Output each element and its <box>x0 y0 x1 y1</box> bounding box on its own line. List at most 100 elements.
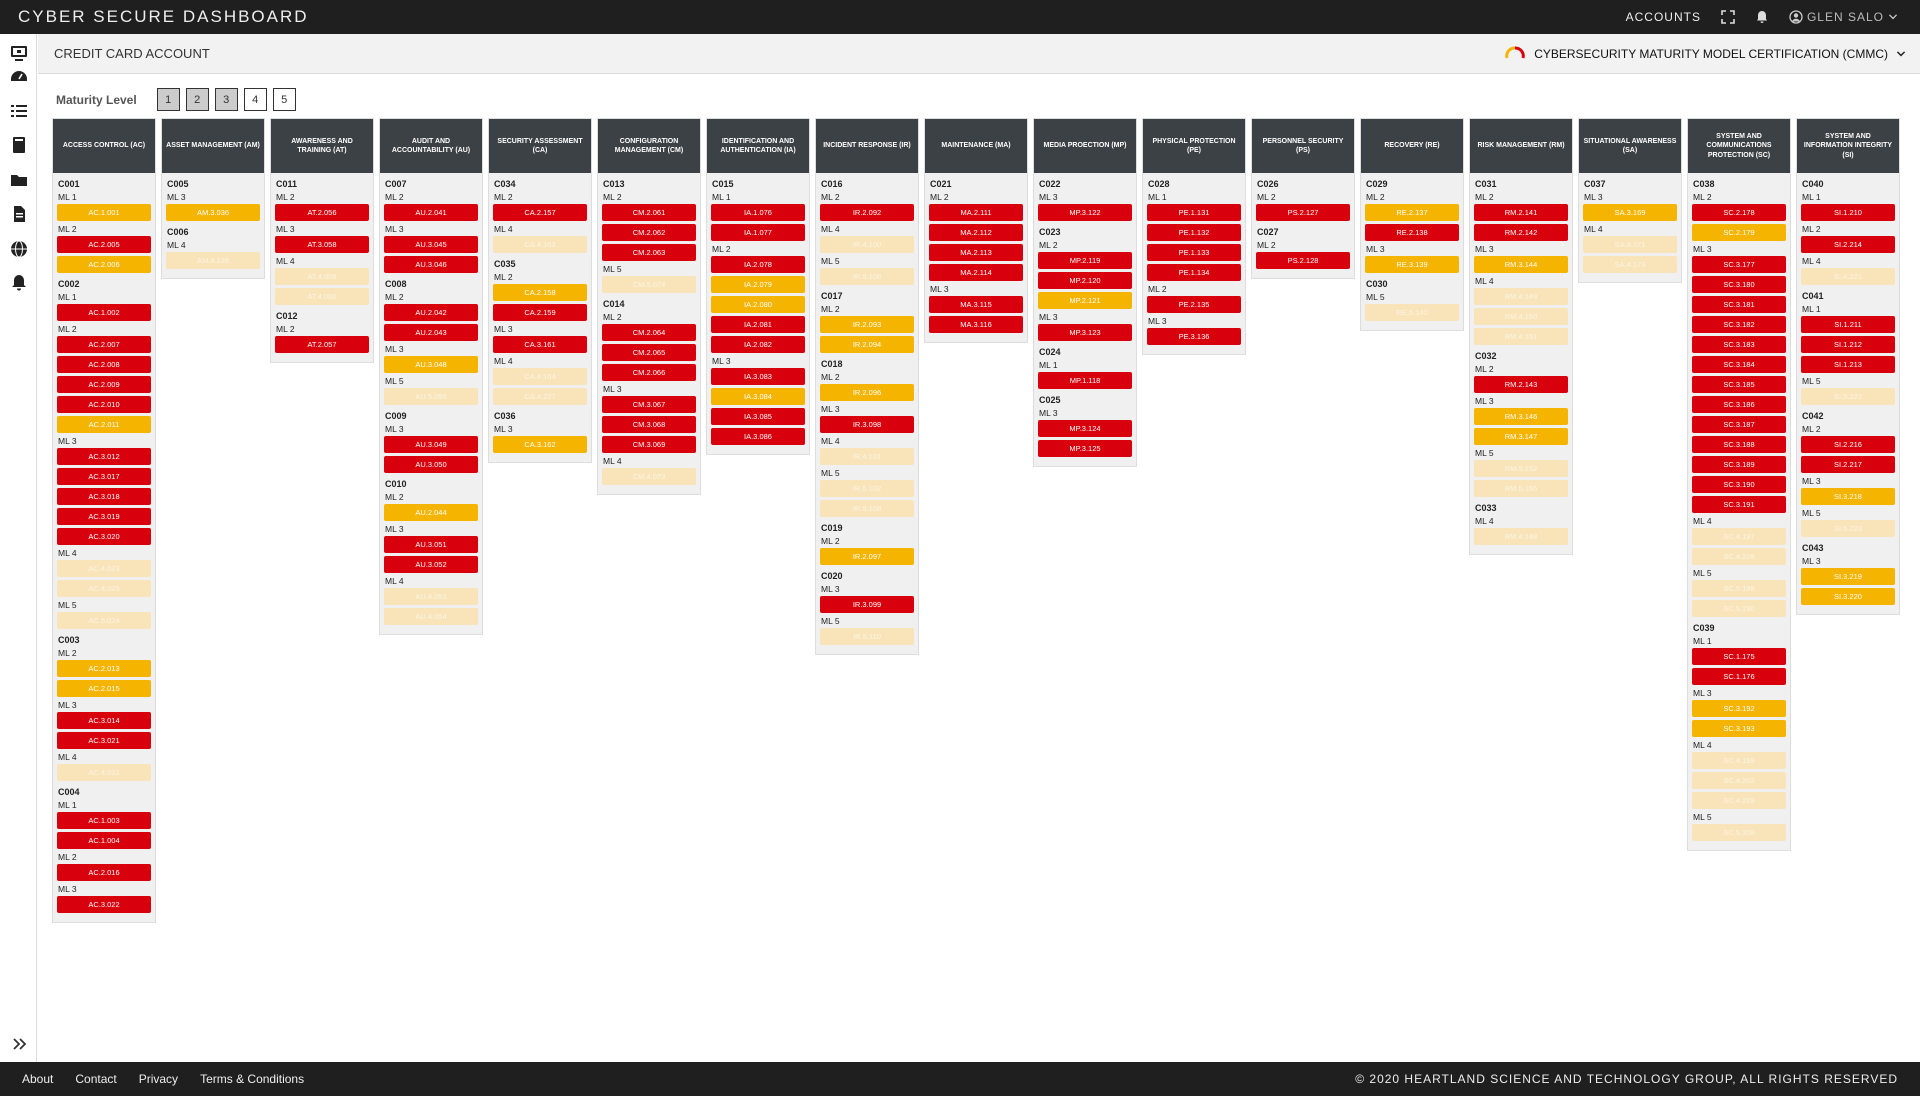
practice-badge[interactable]: RM.3.146 <box>1474 408 1568 425</box>
practice-badge[interactable]: AU.2.044 <box>384 504 478 521</box>
practice-badge[interactable]: SI.1.210 <box>1801 204 1895 221</box>
dashboard-icon[interactable] <box>9 67 29 87</box>
practice-badge[interactable]: IA.2.079 <box>711 276 805 293</box>
practice-badge[interactable]: SC.4.199 <box>1692 752 1786 769</box>
practice-badge[interactable]: IR.5.110 <box>820 628 914 645</box>
expand-sidebar-icon[interactable] <box>12 1036 28 1052</box>
practice-badge[interactable]: AC.1.004 <box>57 832 151 849</box>
practice-badge[interactable]: MA.2.111 <box>929 204 1023 221</box>
practice-badge[interactable]: AC.3.014 <box>57 712 151 729</box>
practice-badge[interactable]: IR.2.096 <box>820 384 914 401</box>
practice-badge[interactable]: SI.1.212 <box>1801 336 1895 353</box>
bell-icon[interactable] <box>9 273 29 293</box>
practice-badge[interactable]: MP.3.123 <box>1038 324 1132 341</box>
practice-badge[interactable]: MA.2.113 <box>929 244 1023 261</box>
practice-badge[interactable]: IA.3.086 <box>711 428 805 445</box>
practice-badge[interactable]: RM.2.142 <box>1474 224 1568 241</box>
practice-badge[interactable]: AU.2.042 <box>384 304 478 321</box>
practice-badge[interactable]: CM.2.063 <box>602 244 696 261</box>
practice-badge[interactable]: AC.4.025 <box>57 580 151 597</box>
practice-badge[interactable]: IA.2.080 <box>711 296 805 313</box>
fullscreen-icon[interactable] <box>1721 10 1735 24</box>
practice-badge[interactable]: AU.2.041 <box>384 204 478 221</box>
practice-badge[interactable]: SC.3.184 <box>1692 356 1786 373</box>
practice-badge[interactable]: CM.5.074 <box>602 276 696 293</box>
folder-icon[interactable] <box>9 170 29 190</box>
maturity-level-button-2[interactable]: 2 <box>185 88 209 111</box>
practice-badge[interactable]: RE.2.137 <box>1365 204 1459 221</box>
practice-badge[interactable]: IA.2.078 <box>711 256 805 273</box>
practice-badge[interactable]: MP.3.122 <box>1038 204 1132 221</box>
list-icon[interactable] <box>9 101 29 121</box>
practice-badge[interactable]: AU.3.052 <box>384 556 478 573</box>
practice-badge[interactable]: SA.4.173 <box>1583 256 1677 273</box>
practice-badge[interactable]: SC.2.178 <box>1692 204 1786 221</box>
practice-badge[interactable]: IA.3.085 <box>711 408 805 425</box>
practice-badge[interactable]: CM.2.066 <box>602 364 696 381</box>
practice-badge[interactable]: SI.3.219 <box>1801 568 1895 585</box>
practice-badge[interactable]: CM.2.062 <box>602 224 696 241</box>
practice-badge[interactable]: IA.3.083 <box>711 368 805 385</box>
practice-badge[interactable]: SI.5.223 <box>1801 520 1895 537</box>
practice-badge[interactable]: RM.5.155 <box>1474 480 1568 497</box>
practice-badge[interactable]: SI.3.220 <box>1801 588 1895 605</box>
practice-badge[interactable]: AC.2.007 <box>57 336 151 353</box>
practice-badge[interactable]: CA.4.227 <box>493 388 587 405</box>
practice-badge[interactable]: RM.3.147 <box>1474 428 1568 445</box>
practice-badge[interactable]: AC.2.009 <box>57 376 151 393</box>
practice-badge[interactable]: PE.1.134 <box>1147 264 1241 281</box>
practice-badge[interactable]: SI.1.213 <box>1801 356 1895 373</box>
practice-badge[interactable]: AU.3.049 <box>384 436 478 453</box>
footer-link-privacy[interactable]: Privacy <box>139 1072 178 1086</box>
practice-badge[interactable]: IA.3.084 <box>711 388 805 405</box>
practice-badge[interactable]: RE.2.138 <box>1365 224 1459 241</box>
practice-badge[interactable]: IR.2.093 <box>820 316 914 333</box>
practice-badge[interactable]: IR.5.108 <box>820 500 914 517</box>
practice-badge[interactable]: SC.3.193 <box>1692 720 1786 737</box>
practice-badge[interactable]: AC.1.002 <box>57 304 151 321</box>
practice-badge[interactable]: AU.3.051 <box>384 536 478 553</box>
practice-badge[interactable]: AT.2.056 <box>275 204 369 221</box>
practice-badge[interactable]: PS.2.127 <box>1256 204 1350 221</box>
practice-badge[interactable]: CM.4.073 <box>602 468 696 485</box>
practice-badge[interactable]: AC.4.032 <box>57 764 151 781</box>
practice-badge[interactable]: SC.4.228 <box>1692 548 1786 565</box>
practice-badge[interactable]: MA.2.114 <box>929 264 1023 281</box>
practice-badge[interactable]: IR.4.100 <box>820 236 914 253</box>
practice-badge[interactable]: AC.3.012 <box>57 448 151 465</box>
practice-badge[interactable]: AT.4.059 <box>275 268 369 285</box>
practice-badge[interactable]: IA.1.076 <box>711 204 805 221</box>
practice-badge[interactable]: SC.1.175 <box>1692 648 1786 665</box>
maturity-level-button-3[interactable]: 3 <box>214 88 238 111</box>
practice-badge[interactable]: PE.1.132 <box>1147 224 1241 241</box>
practice-badge[interactable]: AU.2.043 <box>384 324 478 341</box>
footer-link-terms-conditions[interactable]: Terms & Conditions <box>200 1072 304 1086</box>
practice-badge[interactable]: AC.2.011 <box>57 416 151 433</box>
practice-badge[interactable]: SC.3.189 <box>1692 456 1786 473</box>
practice-badge[interactable]: MA.2.112 <box>929 224 1023 241</box>
practice-badge[interactable]: SC.5.198 <box>1692 580 1786 597</box>
practice-badge[interactable]: AC.2.016 <box>57 864 151 881</box>
practice-badge[interactable]: CM.2.064 <box>602 324 696 341</box>
practice-badge[interactable]: SC.4.202 <box>1692 772 1786 789</box>
practice-badge[interactable]: IR.4.101 <box>820 448 914 465</box>
accounts-link[interactable]: ACCOUNTS <box>1626 10 1701 24</box>
practice-badge[interactable]: IA.1.077 <box>711 224 805 241</box>
practice-badge[interactable]: MP.3.125 <box>1038 440 1132 457</box>
maturity-level-button-4[interactable]: 4 <box>243 88 267 111</box>
practice-badge[interactable]: IR.2.094 <box>820 336 914 353</box>
practice-badge[interactable]: MP.2.119 <box>1038 252 1132 269</box>
practice-badge[interactable]: RM.3.144 <box>1474 256 1568 273</box>
practice-badge[interactable]: RM.4.150 <box>1474 308 1568 325</box>
practice-badge[interactable]: IA.2.081 <box>711 316 805 333</box>
practice-badge[interactable]: IR.2.097 <box>820 548 914 565</box>
practice-badge[interactable]: RM.4.151 <box>1474 328 1568 345</box>
maturity-level-button-5[interactable]: 5 <box>272 88 296 111</box>
practice-badge[interactable]: AC.5.024 <box>57 612 151 629</box>
practice-badge[interactable]: PE.1.133 <box>1147 244 1241 261</box>
practice-badge[interactable]: RM.2.141 <box>1474 204 1568 221</box>
practice-badge[interactable]: IR.2.092 <box>820 204 914 221</box>
practice-badge[interactable]: SC.3.183 <box>1692 336 1786 353</box>
practice-badge[interactable]: AU.4.054 <box>384 608 478 625</box>
practice-badge[interactable]: AC.3.019 <box>57 508 151 525</box>
